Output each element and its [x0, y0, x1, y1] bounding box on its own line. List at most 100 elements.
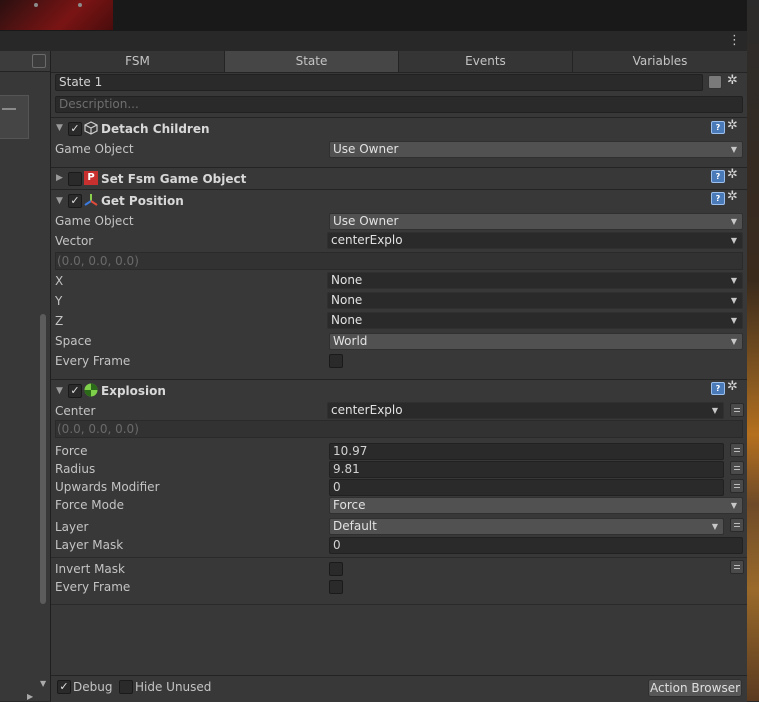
action-title: Get Position [101, 194, 184, 208]
variable-toggle-button[interactable] [730, 518, 744, 532]
field-label: Space [55, 334, 92, 348]
debug-label: Debug [73, 680, 113, 694]
dropdown-value: Force [333, 498, 366, 512]
scene-thumbnail [0, 0, 113, 30]
dropdown-value: Use Owner [333, 214, 399, 228]
force-mode-dropdown[interactable]: Force ▼ [329, 497, 743, 514]
vector-variable-field[interactable]: centerExplo ▼ [327, 232, 743, 249]
playmaker-panel-header [0, 31, 747, 52]
divider [51, 604, 747, 605]
field-label: Radius [55, 462, 96, 476]
foldout-closed-icon[interactable]: ▶ [56, 170, 63, 186]
layer-mask-input[interactable]: 0 [329, 537, 743, 554]
z-variable-field[interactable]: None ▼ [327, 312, 743, 329]
action-title: Set Fsm Game Object [101, 172, 247, 186]
field-label: Game Object [55, 214, 134, 228]
divider [51, 557, 747, 558]
scene-marker [78, 3, 82, 7]
vector-readout-bg [55, 252, 743, 270]
radius-input[interactable]: 9.81 [329, 461, 724, 478]
field-label: X [55, 274, 64, 288]
hide-unused-label: Hide Unused [135, 680, 212, 694]
force-input[interactable]: 10.97 [329, 443, 724, 460]
kebab-menu-icon[interactable]: ⋮ [728, 33, 741, 49]
variable-toggle-button[interactable] [730, 479, 744, 493]
variable-toggle-button[interactable] [730, 560, 744, 574]
enable-checkbox[interactable]: ✓ [68, 122, 82, 136]
chevron-down-icon: ▼ [730, 501, 737, 510]
playmaker-fsm-icon: P [84, 171, 98, 185]
state-node[interactable] [0, 95, 29, 139]
state-color-swatch[interactable] [708, 75, 722, 89]
help-icon[interactable]: ? [711, 121, 725, 134]
state-gear-icon[interactable]: ✲ [727, 74, 738, 88]
chevron-down-icon: ▼ [730, 145, 737, 154]
enable-checkbox[interactable]: ✓ [68, 384, 82, 398]
action-gear-icon[interactable]: ✲ [727, 190, 738, 204]
graph-settings-icon[interactable] [32, 54, 46, 68]
invert-mask-checkbox[interactable] [329, 562, 343, 576]
x-variable-field[interactable]: None ▼ [327, 272, 743, 289]
scroll-down-icon[interactable]: ▼ [40, 679, 46, 688]
scroll-right-icon[interactable]: ▶ [27, 692, 33, 701]
game-object-dropdown[interactable]: Use Owner ▼ [329, 141, 743, 158]
cube-icon [84, 121, 98, 135]
chevron-down-icon: ▼ [711, 406, 718, 415]
action-gear-icon[interactable]: ✲ [727, 380, 738, 394]
description-field[interactable]: Description... [55, 96, 743, 113]
action-gear-icon[interactable]: ✲ [727, 119, 738, 133]
hide-unused-checkbox[interactable] [119, 680, 133, 694]
variable-toggle-button[interactable] [730, 461, 744, 475]
y-variable-field[interactable]: None ▼ [327, 292, 743, 309]
help-icon[interactable]: ? [711, 170, 725, 183]
chevron-down-icon: ▼ [730, 296, 737, 305]
dropdown-value: centerExplo [331, 233, 403, 247]
state-name-input[interactable]: State 1 [55, 74, 703, 91]
action-title: Detach Children [101, 122, 210, 136]
scene-view-strip [0, 0, 759, 31]
dropdown-value: None [331, 313, 363, 327]
dropdown-value: Use Owner [333, 142, 399, 156]
tab-events[interactable]: Events [399, 51, 573, 72]
action-gear-icon[interactable]: ✲ [727, 168, 738, 182]
variable-toggle-button[interactable] [730, 443, 744, 457]
scene-marker [34, 3, 38, 7]
field-label: Force [55, 444, 88, 458]
field-label: Layer [55, 520, 89, 534]
tab-fsm[interactable]: FSM [51, 51, 225, 72]
field-label: Every Frame [55, 580, 131, 594]
foldout-open-icon[interactable]: ▼ [56, 193, 63, 209]
center-variable-field[interactable]: centerExplo ▼ [327, 402, 724, 419]
field-label: Game Object [55, 142, 134, 156]
every-frame-checkbox[interactable] [329, 580, 343, 594]
variable-toggle-button[interactable] [730, 403, 744, 417]
debug-checkbox[interactable]: ✓ [57, 680, 71, 694]
dropdown-value: None [331, 293, 363, 307]
enable-checkbox[interactable]: ✓ [68, 194, 82, 208]
space-dropdown[interactable]: World ▼ [329, 333, 743, 350]
chevron-down-icon: ▼ [730, 217, 737, 226]
help-icon[interactable]: ? [711, 192, 725, 205]
physics-ball-icon [84, 383, 98, 397]
upwards-modifier-input[interactable]: 0 [329, 479, 724, 496]
game-object-dropdown[interactable]: Use Owner ▼ [329, 213, 743, 230]
tab-state[interactable]: State [225, 51, 399, 72]
layer-dropdown[interactable]: Default ▼ [329, 518, 724, 535]
center-readout: (0.0, 0.0, 0.0) [57, 422, 139, 436]
help-icon[interactable]: ? [711, 382, 725, 395]
enable-checkbox[interactable] [68, 172, 82, 186]
dropdown-value: World [333, 334, 368, 348]
center-readout-bg [55, 420, 743, 438]
foldout-open-icon[interactable]: ▼ [56, 120, 63, 136]
field-label: Vector [55, 234, 94, 248]
field-label: Force Mode [55, 498, 124, 512]
action-browser-button[interactable]: Action Browser [648, 679, 742, 697]
dropdown-value: None [331, 273, 363, 287]
chevron-down-icon: ▼ [730, 316, 737, 325]
every-frame-checkbox[interactable] [329, 354, 343, 368]
tab-variables[interactable]: Variables [573, 51, 747, 72]
field-label: Every Frame [55, 354, 131, 368]
field-label: Center [55, 404, 96, 418]
foldout-open-icon[interactable]: ▼ [56, 383, 63, 399]
graph-scrollbar[interactable] [40, 314, 46, 604]
